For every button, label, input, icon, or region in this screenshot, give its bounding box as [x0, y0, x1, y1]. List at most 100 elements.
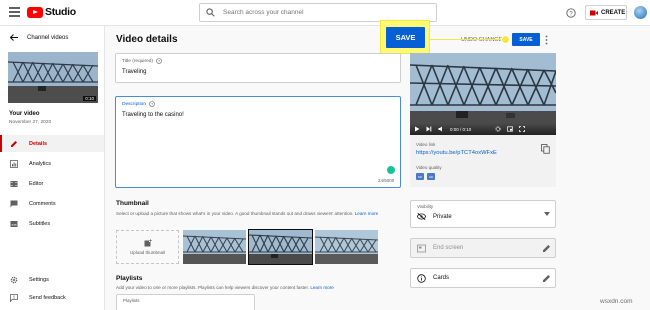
- sidebar-item-label: Subtitles: [29, 220, 51, 227]
- sidebar-item-analytics[interactable]: Analytics: [0, 155, 104, 172]
- sidebar-item-comments[interactable]: Comments: [0, 195, 104, 212]
- sidebar-item-subtitles[interactable]: Subtitles: [0, 215, 104, 232]
- title-value: Traveling: [122, 69, 147, 75]
- more-options-icon[interactable]: [544, 35, 549, 45]
- back-arrow-icon: [10, 34, 18, 41]
- sidebar-item-label: Comments: [29, 200, 56, 207]
- visibility-label: Visibility: [417, 204, 434, 209]
- undo-changes-button[interactable]: UNDO CHANGES: [461, 37, 506, 43]
- title-field[interactable]: Title (required) ? Traveling: [115, 53, 401, 83]
- description-value: Traveling to the casino!: [122, 112, 184, 118]
- help-icon[interactable]: ?: [156, 58, 162, 64]
- quality-badge-sd: SD: [416, 173, 424, 180]
- next-icon[interactable]: [426, 126, 432, 132]
- comments-icon: [10, 200, 18, 207]
- cards-label: Cards: [433, 275, 450, 281]
- player-time: 0:00 / 0:10: [450, 126, 472, 132]
- feedback-icon: [10, 293, 18, 302]
- video-date: November 27, 2020: [9, 120, 52, 125]
- search-icon: [206, 8, 215, 17]
- fullscreen-icon[interactable]: [519, 126, 526, 132]
- create-button[interactable]: CREATE: [585, 5, 627, 20]
- upload-thumbnail-label: Upload thumbnail: [129, 250, 166, 255]
- youtube-logo-icon: [27, 6, 43, 18]
- auto-thumbnail-option-1[interactable]: [183, 230, 246, 264]
- avatar[interactable]: [634, 6, 647, 19]
- sidebar-item-feedback[interactable]: Send feedback: [0, 289, 104, 306]
- end-screen-row[interactable]: End screen: [410, 238, 556, 258]
- upload-thumbnail-button[interactable]: Upload thumbnail: [116, 230, 179, 264]
- playlists-learn-more-link[interactable]: Learn more: [310, 285, 334, 290]
- playlists-heading: Playlists: [116, 275, 143, 282]
- thumbnail-description: Select or upload a picture that shows wh…: [116, 211, 406, 218]
- save-callout-button[interactable]: SAVE: [386, 27, 425, 48]
- grammarly-icon[interactable]: [387, 166, 395, 174]
- youtube-studio-logo[interactable]: Studio: [27, 6, 76, 18]
- sidebar-item-editor[interactable]: Editor: [0, 175, 104, 192]
- copy-icon[interactable]: [541, 144, 550, 154]
- thumbnail-heading: Thumbnail: [116, 200, 149, 207]
- sidebar-item-details[interactable]: Details: [0, 135, 104, 152]
- pencil-icon[interactable]: [542, 274, 551, 283]
- volume-icon[interactable]: [438, 126, 444, 132]
- back-to-channel-videos[interactable]: Channel videos: [10, 34, 68, 41]
- video-preview-card: 0:00 / 0:10 Video link https://youtu.be/…: [410, 53, 556, 187]
- pencil-icon: [11, 140, 17, 147]
- pencil-icon[interactable]: [542, 244, 551, 253]
- subtitles-icon: [10, 220, 18, 227]
- dropdown-arrow-icon: [544, 212, 550, 216]
- sidebar-item-settings[interactable]: Settings: [0, 271, 104, 288]
- auto-thumbnail-option-3[interactable]: [315, 230, 378, 264]
- help-icon[interactable]: ?: [566, 8, 576, 18]
- title-field-label: Title (required) ?: [122, 58, 162, 64]
- description-field-label: Description ?: [122, 101, 155, 107]
- visibility-value: Private: [417, 213, 452, 220]
- pip-icon[interactable]: [507, 126, 514, 132]
- duration-badge: 0:10: [83, 96, 96, 101]
- callout-pointer-dot: [501, 35, 510, 44]
- add-image-icon: [144, 239, 152, 247]
- video-link[interactable]: https://youtu.be/pTCT4oxWFxE: [416, 150, 497, 156]
- end-screen-icon: [417, 244, 426, 252]
- bridge-image: [249, 230, 312, 264]
- callout-pointer-line: [430, 39, 505, 40]
- save-callout-highlight: SAVE: [380, 20, 430, 54]
- auto-thumbnail-option-2[interactable]: [248, 229, 313, 265]
- sidebar-item-label: Analytics: [29, 160, 52, 167]
- back-label: Channel videos: [27, 34, 69, 41]
- visibility-value-text: Private: [433, 213, 452, 220]
- sidebar-item-label: Editor: [29, 180, 44, 187]
- sidebar-item-label: Details: [29, 140, 48, 147]
- thumbnail-learn-more-link[interactable]: Learn more: [355, 211, 379, 216]
- video-player[interactable]: 0:00 / 0:10: [410, 53, 556, 135]
- playlists-dropdown[interactable]: Playlists: [116, 294, 255, 310]
- thumbnail-desc-text: Select or upload a picture that shows wh…: [116, 211, 354, 216]
- video-camera-icon: [590, 10, 598, 15]
- video-thumbnail[interactable]: 0:10: [8, 52, 98, 103]
- playlists-desc-text: Add your video to one or more playlists.…: [116, 285, 310, 290]
- playlists-field-label: Playlists: [123, 298, 140, 303]
- play-icon[interactable]: [414, 126, 420, 132]
- menu-icon[interactable]: [9, 7, 20, 17]
- settings-icon[interactable]: [495, 126, 501, 132]
- description-field[interactable]: Description ? Traveling to the casino! 2…: [115, 96, 401, 188]
- gear-icon: [10, 276, 18, 283]
- search-input[interactable]: [223, 9, 423, 16]
- help-icon[interactable]: ?: [149, 101, 155, 107]
- bridge-image: [315, 230, 378, 264]
- video-link-label: Video link: [416, 142, 436, 147]
- visibility-dropdown[interactable]: Visibility Private: [410, 200, 556, 228]
- bridge-image: [183, 230, 246, 264]
- sidebar: Channel videos 0:10 Your video November …: [0, 26, 105, 310]
- end-screen-label: End screen: [433, 245, 464, 251]
- save-button[interactable]: SAVE: [512, 33, 540, 46]
- player-controls: 0:00 / 0:10: [410, 123, 556, 135]
- logo-text: Studio: [45, 6, 76, 18]
- video-quality-label: Video quality: [416, 165, 442, 170]
- cards-row[interactable]: Cards: [410, 268, 556, 288]
- create-label: CREATE: [601, 9, 626, 16]
- sidebar-item-label: Send feedback: [29, 294, 66, 301]
- quality-badge-hd: HD: [427, 173, 435, 180]
- your-video-label: Your video: [9, 111, 40, 117]
- analytics-icon: [10, 159, 18, 168]
